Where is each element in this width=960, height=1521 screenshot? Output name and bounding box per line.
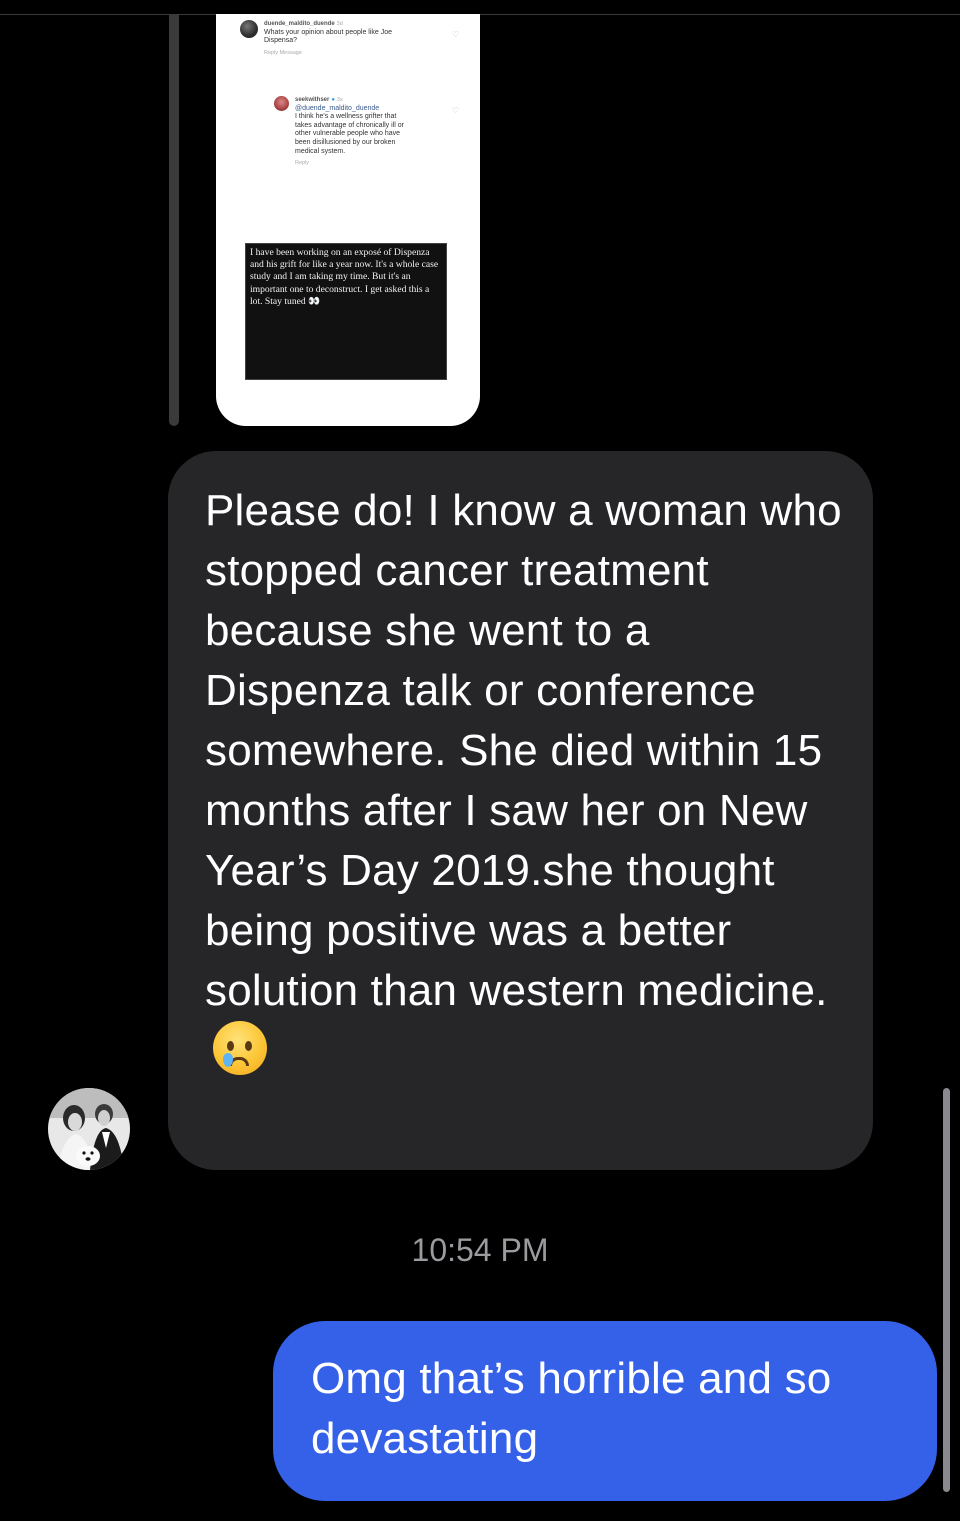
reply-text: I think he's a wellness grifter that tak… xyxy=(295,113,404,155)
shared-story-card[interactable]: duende_maldito_duende 3d Whats your opin… xyxy=(216,14,480,426)
reply-username: seekwithser xyxy=(295,97,330,103)
story-comment: duende_maldito_duende 3d Whats your opin… xyxy=(240,20,450,57)
received-message-text: Please do! I know a woman who stopped ca… xyxy=(205,486,842,1015)
story-quote-box: I have been working on an exposé of Disp… xyxy=(245,243,447,380)
sent-message-bubble[interactable]: Omg that’s horrible and so devastating xyxy=(273,1321,937,1501)
heart-icon: ♡ xyxy=(452,106,460,115)
crying-face-icon xyxy=(213,1021,267,1075)
comment-actions: Reply Message xyxy=(264,49,302,56)
replier-avatar xyxy=(274,96,289,111)
reply-indicator-bar xyxy=(169,14,179,426)
story-reply: seekwithser ● 3s @duende_maldito_duende … xyxy=(274,96,454,168)
comment-username: duende_maldito_duende xyxy=(264,21,335,27)
comment-text: Whats your opinion about people like Joe… xyxy=(264,28,393,45)
top-divider xyxy=(0,14,960,15)
heart-icon: ♡ xyxy=(452,30,460,39)
verified-icon: ● xyxy=(331,97,335,103)
reply-age: 3s xyxy=(336,97,343,103)
sent-message-text: Omg that’s horrible and so devastating xyxy=(311,1354,832,1463)
commenter-avatar xyxy=(240,20,258,38)
comment-age: 3d xyxy=(336,21,343,27)
sender-avatar[interactable] xyxy=(48,1088,130,1170)
scrollbar[interactable] xyxy=(943,1088,950,1492)
reply-actions: Reply xyxy=(295,160,310,167)
reply-mention: @duende_maldito_duende xyxy=(295,104,380,112)
message-timestamp: 10:54 PM xyxy=(411,1232,549,1268)
received-message-bubble[interactable]: Please do! I know a woman who stopped ca… xyxy=(168,451,873,1170)
